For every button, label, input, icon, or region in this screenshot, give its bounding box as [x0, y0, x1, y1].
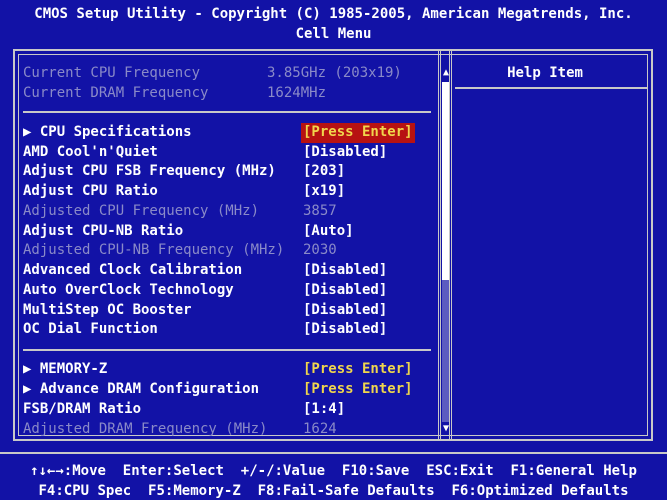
section-divider [23, 111, 431, 113]
setting-value[interactable]: [Disabled] [301, 143, 389, 163]
setting-label: Adjusted CPU Frequency (MHz) [23, 203, 260, 219]
setting-label: OC Dial Function [23, 321, 158, 337]
help-rule [455, 87, 647, 89]
setting-label: Adjust CPU-NB Ratio [23, 223, 184, 239]
info-label: Current CPU Frequency [23, 65, 201, 81]
setting-value[interactable]: [Press Enter] [301, 360, 415, 380]
scrollbar[interactable]: ▲ ▼ [438, 64, 452, 438]
footer-line-2: F4:CPU Spec F5:Memory-Z F8:Fail-Safe Def… [38, 483, 629, 499]
setting-label: AMD Cool'n'Quiet [23, 144, 158, 160]
setting-label: Adjust CPU Ratio [23, 183, 158, 199]
scroll-up-icon[interactable]: ▲ [439, 66, 453, 80]
title-bar: CMOS Setup Utility - Copyright (C) 1985-… [0, 0, 667, 46]
setting-value[interactable]: [Press Enter] [301, 380, 415, 400]
setting-label: ▶ MEMORY-Z [23, 361, 108, 377]
setting-label: Adjusted CPU-NB Frequency (MHz) [23, 242, 285, 258]
scroll-down-icon[interactable]: ▼ [439, 422, 453, 436]
setting-value[interactable]: [203] [301, 162, 347, 182]
setting-value[interactable]: [Disabled] [301, 281, 389, 301]
app-title: CMOS Setup Utility - Copyright (C) 1985-… [34, 6, 633, 22]
key-help-footer: ↑↓←→:Move Enter:Select +/-/:Value F10:Sa… [0, 452, 667, 500]
setting-label: FSB/DRAM Ratio [23, 401, 142, 417]
setting-label: Advanced Clock Calibration [23, 262, 243, 278]
setting-label: Auto OverClock Technology [23, 282, 234, 298]
setting-label: Adjusted DRAM Frequency (MHz) [23, 421, 268, 437]
menu-title: Cell Menu [295, 26, 372, 42]
section-divider [23, 349, 431, 351]
setting-value[interactable]: [Auto] [301, 222, 356, 242]
footer-line-1: ↑↓←→:Move Enter:Select +/-/:Value F10:Sa… [30, 463, 637, 479]
setting-value-selected[interactable]: [Press Enter] [301, 123, 415, 143]
scroll-thumb[interactable] [442, 82, 449, 280]
setting-value[interactable]: [x19] [301, 182, 347, 202]
setting-label: ▶ Advance DRAM Configuration [23, 381, 260, 397]
setting-value[interactable]: [1:4] [301, 400, 347, 420]
setting-label: ▶ CPU Specifications [23, 124, 192, 140]
setting-value: 2030 [303, 242, 337, 258]
setting-label: MultiStep OC Booster [23, 302, 192, 318]
setting-value: 1624 [303, 421, 337, 437]
setting-value[interactable]: [Disabled] [301, 301, 389, 321]
setting-value[interactable]: [Disabled] [301, 320, 389, 340]
help-item-title: Help Item [507, 65, 583, 81]
info-value: 1624MHz [267, 85, 327, 101]
info-value: 3.85GHz (203x19) [267, 65, 402, 81]
info-label: Current DRAM Frequency [23, 85, 209, 101]
setting-value[interactable]: [Disabled] [301, 261, 389, 281]
setting-label: Adjust CPU FSB Frequency (MHz) [23, 163, 276, 179]
setting-value: 3857 [303, 203, 337, 219]
